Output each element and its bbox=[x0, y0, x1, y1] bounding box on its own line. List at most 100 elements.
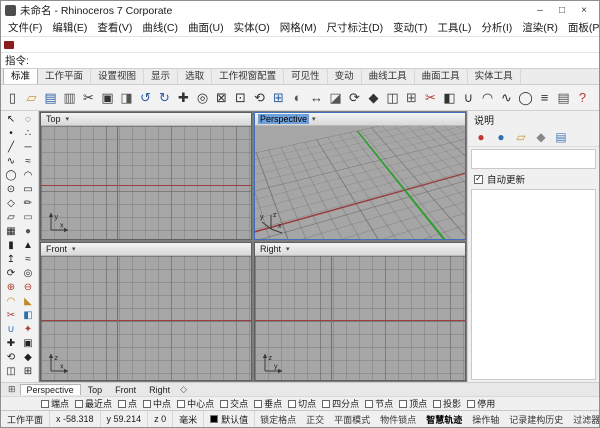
checkbox-icon[interactable] bbox=[433, 400, 441, 408]
osnap-toggle[interactable]: 交点 bbox=[220, 397, 248, 410]
revolve-tool-icon[interactable]: ⟳ bbox=[3, 266, 20, 280]
menu-item[interactable]: 网格(M) bbox=[275, 20, 322, 35]
status-toggle[interactable]: 平面模式 bbox=[329, 413, 375, 426]
surface-tool-icon[interactable]: ▱ bbox=[3, 210, 20, 224]
line-tool-icon[interactable]: ─ bbox=[20, 140, 37, 154]
viewport-tab-front[interactable]: Front bbox=[109, 385, 142, 395]
toolbar-tab[interactable]: 可见性 bbox=[284, 69, 328, 84]
layers-icon[interactable]: ≡ bbox=[535, 87, 554, 109]
toolbar-tab[interactable]: 标准 bbox=[3, 69, 38, 84]
paste-icon[interactable]: ◨ bbox=[117, 87, 136, 109]
viewport-top[interactable]: Top ▾ y x bbox=[40, 112, 252, 240]
circle-tools-icon[interactable]: ◯ bbox=[516, 87, 535, 109]
checkbox-icon[interactable] bbox=[41, 400, 49, 408]
menu-item[interactable]: 文件(F) bbox=[3, 20, 47, 35]
new-file-icon[interactable]: ▯ bbox=[3, 87, 22, 109]
menu-item[interactable]: 编辑(E) bbox=[47, 20, 92, 35]
help-icon[interactable]: ? bbox=[573, 87, 592, 109]
osnap-toggle[interactable]: 中点 bbox=[143, 397, 171, 410]
checkbox-icon[interactable] bbox=[322, 400, 330, 408]
properties-icon[interactable]: ▤ bbox=[554, 87, 573, 109]
copy-icon[interactable]: ▣ bbox=[98, 87, 117, 109]
viewport-right-titlebar[interactable]: Right ▾ bbox=[255, 243, 465, 256]
auto-update-row[interactable]: ✓ 自动更新 bbox=[468, 171, 599, 187]
copy-tool-icon[interactable]: ▣ bbox=[20, 336, 37, 350]
viewport-layout-icon[interactable]: ⊞ bbox=[5, 384, 19, 395]
osnap-toggle[interactable]: 顶点 bbox=[399, 397, 427, 410]
scale-icon[interactable]: ◆ bbox=[364, 87, 383, 109]
book-icon[interactable]: ▤ bbox=[552, 128, 570, 146]
osnap-toggle[interactable]: 节点 bbox=[365, 397, 393, 410]
move-tool-icon[interactable]: ✚ bbox=[3, 336, 20, 350]
pan-icon[interactable]: ✚ bbox=[174, 87, 193, 109]
osnap-toggle[interactable]: 停用 bbox=[467, 397, 495, 410]
cplane-button[interactable]: 工作平面 bbox=[1, 411, 50, 427]
minimize-button[interactable]: – bbox=[529, 5, 551, 16]
undo-icon[interactable]: ↺ bbox=[136, 87, 155, 109]
box-tool-icon[interactable]: ▦ bbox=[3, 224, 20, 238]
checkbox-icon[interactable] bbox=[399, 400, 407, 408]
osnap-toggle[interactable]: 最近点 bbox=[75, 397, 112, 410]
viewport-title[interactable]: Right bbox=[258, 244, 283, 254]
viewport-title[interactable]: Perspective bbox=[258, 114, 309, 124]
osnap-toggle[interactable]: 点 bbox=[118, 397, 137, 410]
rotate-tool-icon[interactable]: ⟲ bbox=[3, 350, 20, 364]
boolean-difference-icon[interactable]: ⊖ bbox=[20, 280, 37, 294]
osnap-toggle[interactable]: 切点 bbox=[288, 397, 316, 410]
osnap-toggle[interactable]: 垂点 bbox=[254, 397, 282, 410]
array-tool-icon[interactable]: ⊞ bbox=[20, 364, 37, 378]
checkbox-icon[interactable] bbox=[288, 400, 296, 408]
toolbar-tab[interactable]: 工作平面 bbox=[38, 69, 91, 84]
print-icon[interactable]: ▥ bbox=[60, 87, 79, 109]
shaded-view-icon[interactable]: ◐ bbox=[288, 87, 307, 109]
loft-tool-icon[interactable]: ≈ bbox=[20, 252, 37, 266]
toolbar-tab[interactable]: 曲线工具 bbox=[362, 69, 415, 84]
menu-item[interactable]: 分析(I) bbox=[476, 20, 517, 35]
viewport-title[interactable]: Top bbox=[44, 114, 63, 124]
checkbox-icon[interactable] bbox=[365, 400, 373, 408]
status-toggle[interactable]: 智慧轨迹 bbox=[421, 413, 467, 426]
chevron-down-icon[interactable]: ▾ bbox=[72, 245, 76, 253]
viewport-front-titlebar[interactable]: Front ▾ bbox=[41, 243, 251, 256]
status-toggle[interactable]: 过滤器 bbox=[568, 413, 599, 426]
units-button[interactable]: 毫米 bbox=[173, 411, 204, 427]
scale-tool-icon[interactable]: ◆ bbox=[20, 350, 37, 364]
cone-tool-icon[interactable]: ▲ bbox=[20, 238, 37, 252]
checkbox-icon[interactable] bbox=[143, 400, 151, 408]
polyline-tool-icon[interactable]: ╱ bbox=[3, 140, 20, 154]
status-toggle[interactable]: 物件锁点 bbox=[375, 413, 421, 426]
split-tool-icon[interactable]: ◧ bbox=[20, 308, 37, 322]
menu-item[interactable]: 变动(T) bbox=[388, 20, 432, 35]
status-toggle[interactable]: 锁定格点 bbox=[255, 413, 301, 426]
status-toggle[interactable]: 操作轴 bbox=[467, 413, 504, 426]
command-history[interactable] bbox=[1, 37, 599, 53]
viewport-tab-perspective[interactable]: Perspective bbox=[20, 384, 81, 395]
points-tool-icon[interactable]: ∴ bbox=[20, 126, 37, 140]
viewport-top-canvas[interactable]: y x bbox=[41, 126, 251, 239]
layer-button[interactable]: 默认值 bbox=[204, 411, 255, 427]
rotate-icon[interactable]: ⟳ bbox=[345, 87, 364, 109]
menu-item[interactable]: 实体(O) bbox=[229, 20, 275, 35]
boolean-union-icon[interactable]: ⊕ bbox=[3, 280, 20, 294]
interp-curve-icon[interactable]: ≈ bbox=[20, 154, 37, 168]
checkbox-icon[interactable] bbox=[118, 400, 126, 408]
rectangle-tool-icon[interactable]: ▭ bbox=[20, 182, 37, 196]
trim-tool-icon[interactable]: ✂ bbox=[3, 308, 20, 322]
mirror-icon[interactable]: ◫ bbox=[383, 87, 402, 109]
menu-item[interactable]: 曲面(U) bbox=[183, 20, 229, 35]
curve-tools-icon[interactable]: ∿ bbox=[497, 87, 516, 109]
viewport-perspective-canvas[interactable]: z x y bbox=[255, 126, 465, 239]
status-toggle[interactable]: 正交 bbox=[301, 413, 329, 426]
osnap-toggle[interactable]: 投影 bbox=[433, 397, 461, 410]
pin-icon[interactable]: ◆ bbox=[532, 128, 550, 146]
viewport-top-titlebar[interactable]: Top ▾ bbox=[41, 113, 251, 126]
zoom-extents-icon[interactable]: ⊡ bbox=[231, 87, 250, 109]
checkbox-icon[interactable] bbox=[177, 400, 185, 408]
command-prompt[interactable]: 指令: bbox=[1, 53, 599, 69]
toolbar-tab[interactable]: 曲面工具 bbox=[415, 69, 468, 84]
trim-icon[interactable]: ✂ bbox=[421, 87, 440, 109]
toolbar-tab[interactable]: 变动 bbox=[328, 69, 362, 84]
osnap-toggle[interactable]: 四分点 bbox=[322, 397, 359, 410]
arc-tool-icon[interactable]: ◠ bbox=[20, 168, 37, 182]
status-toggle[interactable]: 记录建构历史 bbox=[504, 413, 568, 426]
